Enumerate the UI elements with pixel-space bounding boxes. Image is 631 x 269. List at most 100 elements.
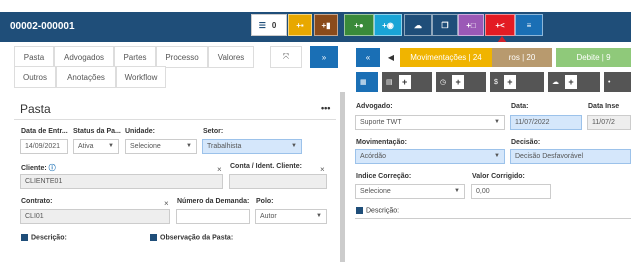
more-options-icon[interactable]: ••• bbox=[321, 103, 330, 113]
right-descricao-label: Descrição: bbox=[356, 207, 399, 214]
divider bbox=[14, 119, 336, 120]
movimentacao-value: Acórdão bbox=[360, 153, 387, 160]
tab-valores[interactable]: Valores bbox=[208, 46, 254, 68]
plus-note-icon: +▪ bbox=[296, 20, 304, 30]
page-title: 00002-000001 bbox=[10, 21, 75, 32]
status-label: Status da Pa... bbox=[73, 128, 121, 135]
add-item-button[interactable]: +◉ bbox=[374, 14, 402, 36]
contrato-value: CLI01 bbox=[25, 213, 44, 220]
next-button[interactable]: » bbox=[310, 46, 338, 68]
add-document-button[interactable]: ▤ + bbox=[382, 72, 432, 92]
data-value: 11/07/2022 bbox=[515, 119, 550, 126]
numero-demanda-label: Número da Demanda: bbox=[177, 198, 250, 205]
advogado-select[interactable]: Suporte TWT ▼ bbox=[355, 115, 505, 130]
cliente-label: Cliente: ⓘ bbox=[21, 165, 56, 172]
setor-label: Setor: bbox=[203, 128, 224, 135]
status-select[interactable]: Ativa ▼ bbox=[73, 139, 119, 154]
data-entrada-field[interactable]: 14/09/2021 bbox=[20, 139, 68, 154]
tab-outros[interactable]: Outros bbox=[14, 66, 56, 88]
tab-processo[interactable]: Processo bbox=[156, 46, 208, 68]
polo-label: Polo: bbox=[256, 198, 274, 205]
plus-share-icon: +< bbox=[495, 20, 505, 30]
tab-workflow[interactable]: Workflow bbox=[116, 66, 166, 88]
cliente-field[interactable]: CLIENTE01 bbox=[20, 174, 223, 189]
add-person-button[interactable]: +● bbox=[344, 14, 374, 36]
clock-icon: ◷ bbox=[440, 79, 447, 86]
cloud-icon: ☁ bbox=[414, 20, 422, 30]
add-share-button[interactable]: +< bbox=[485, 14, 515, 36]
cliente-value: CLIENTE01 bbox=[25, 178, 63, 185]
tab-advogados[interactable]: Advogados bbox=[54, 46, 114, 68]
add-note-button[interactable]: +▪ bbox=[288, 14, 312, 36]
tab-partes[interactable]: Partes bbox=[114, 46, 156, 68]
help-icon[interactable]: ⓘ bbox=[49, 165, 56, 172]
valor-corrigido-label: Valor Corrigido: bbox=[472, 173, 525, 180]
copy-button[interactable]: ❐ bbox=[432, 14, 458, 36]
expand-icon: ⤧ bbox=[282, 52, 290, 61]
chevron-down-icon: ▼ bbox=[291, 143, 297, 149]
conta-field[interactable] bbox=[229, 174, 327, 189]
plus-window-icon: +□ bbox=[466, 20, 476, 30]
scrollbar[interactable] bbox=[340, 92, 345, 262]
movimentacao-select[interactable]: Acórdão ▼ bbox=[355, 149, 505, 164]
section-title: Pasta bbox=[20, 102, 51, 116]
cloud-icon: ☁ bbox=[552, 79, 559, 86]
list-icon: ☰ bbox=[258, 20, 266, 30]
upload-button[interactable]: ☁ bbox=[404, 14, 432, 36]
add-cloud-button[interactable]: ☁ + bbox=[548, 72, 600, 92]
data-field[interactable]: 11/07/2022 bbox=[510, 115, 582, 130]
valor-corrigido-field[interactable]: 0,00 bbox=[471, 184, 551, 199]
copy-icon: ❐ bbox=[441, 20, 449, 30]
tab-anotacoes[interactable]: Anotações bbox=[56, 66, 116, 88]
checkbox-icon[interactable] bbox=[356, 207, 363, 214]
tab-partial[interactable]: ros | 20 bbox=[492, 48, 552, 67]
calendar-icon: ▦ bbox=[360, 79, 367, 86]
double-chevron-right-icon: » bbox=[321, 52, 327, 62]
list-count: 0 bbox=[268, 20, 280, 30]
setor-select[interactable]: Trabalhista ▼ bbox=[202, 139, 302, 154]
hamburger-icon: ≡ bbox=[526, 20, 532, 30]
checkbox-icon[interactable] bbox=[21, 234, 28, 241]
calendar-button[interactable]: ▦ bbox=[356, 72, 378, 92]
tab-pasta[interactable]: Pasta bbox=[14, 46, 54, 68]
polo-select[interactable]: Autor ▼ bbox=[255, 209, 327, 224]
numero-demanda-field[interactable] bbox=[176, 209, 250, 224]
unidade-select[interactable]: Selecione ▼ bbox=[125, 139, 197, 154]
chevron-down-icon: ▼ bbox=[454, 188, 460, 194]
clear-icon[interactable]: × bbox=[164, 199, 169, 208]
indice-select[interactable]: Selecione ▼ bbox=[355, 184, 465, 199]
add-window-button[interactable]: +□ bbox=[458, 14, 484, 36]
checkbox-icon[interactable] bbox=[150, 234, 157, 241]
list-button[interactable]: ☰ 0 bbox=[251, 14, 287, 36]
menu-button[interactable]: ≡ bbox=[515, 14, 543, 36]
contrato-field[interactable]: CLI01 bbox=[20, 209, 170, 224]
data-entrada-value: 14/09/2021 bbox=[25, 143, 61, 150]
expand-button[interactable]: ⤧ bbox=[270, 46, 302, 68]
data-insercao-label: Data Inse bbox=[588, 103, 620, 110]
tab-debite[interactable]: Debite | 9 bbox=[556, 48, 631, 67]
status-value: Ativa bbox=[78, 143, 94, 150]
tab-movimentacoes[interactable]: Movimentações | 24 bbox=[400, 48, 492, 67]
plus-folder-icon: +▮ bbox=[321, 20, 331, 30]
data-insercao-value: 11/07/2 bbox=[592, 119, 615, 126]
plus-icon: + bbox=[565, 75, 577, 89]
clear-icon[interactable]: × bbox=[320, 165, 325, 174]
clear-icon[interactable]: × bbox=[217, 165, 222, 174]
add-extra-button[interactable]: • bbox=[604, 72, 631, 92]
add-money-button[interactable]: $ + bbox=[490, 72, 544, 92]
plus-icon: + bbox=[452, 75, 465, 89]
setor-value: Trabalhista bbox=[207, 143, 242, 150]
advogado-label: Advogado: bbox=[356, 103, 393, 110]
chevron-down-icon: ▼ bbox=[316, 213, 322, 219]
movimentacao-label: Movimentação: bbox=[356, 139, 407, 146]
collapse-button[interactable]: « bbox=[356, 48, 380, 67]
add-folder-button[interactable]: +▮ bbox=[314, 14, 338, 36]
plus-circle-icon: +◉ bbox=[382, 20, 394, 30]
caret-left-icon[interactable]: ◀ bbox=[384, 48, 398, 67]
data-insercao-field[interactable]: 11/07/2 bbox=[587, 115, 631, 130]
decisao-select[interactable]: Decisão Desfavorável bbox=[510, 149, 631, 164]
chevron-down-icon: ▼ bbox=[494, 153, 500, 159]
chevron-down-icon: ▼ bbox=[108, 143, 114, 149]
unidade-value: Selecione bbox=[130, 143, 161, 150]
add-clock-button[interactable]: ◷ + bbox=[436, 72, 486, 92]
